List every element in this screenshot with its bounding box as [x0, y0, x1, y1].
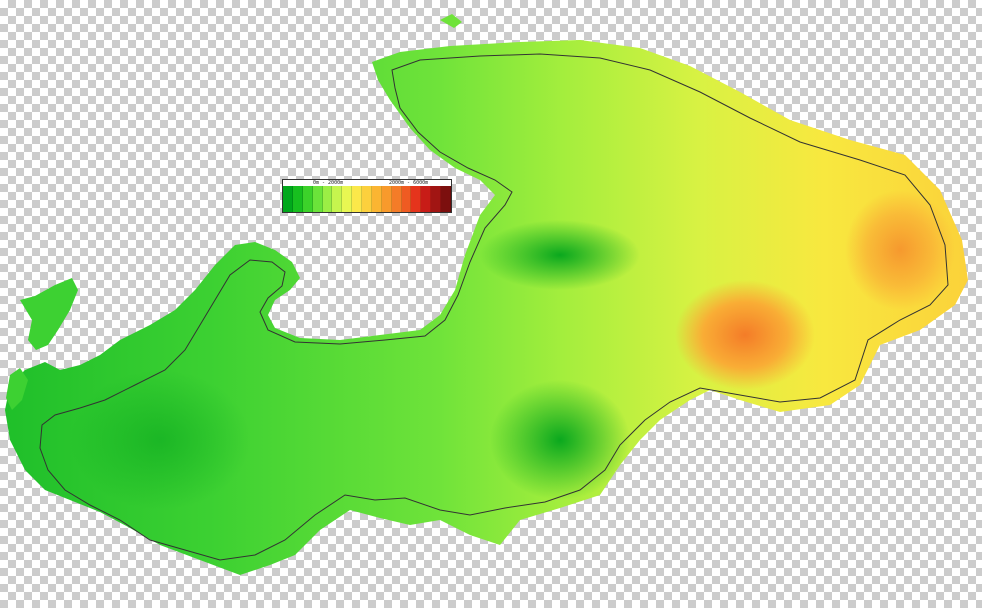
legend-swatch — [441, 186, 451, 212]
island-north — [440, 14, 462, 28]
legend-swatch — [312, 186, 323, 212]
legend-swatch — [391, 186, 402, 212]
highland-zone-2 — [845, 190, 955, 310]
elevation-map — [5, 14, 968, 575]
legend-swatch — [322, 186, 333, 212]
legend-swatch — [431, 186, 441, 212]
legend-swatch — [401, 186, 412, 212]
legend-color-scale — [283, 186, 451, 212]
valley-zone-2 — [490, 380, 630, 500]
valley-zone — [480, 220, 640, 290]
legend-swatch — [283, 186, 293, 212]
legend-swatch — [352, 186, 362, 212]
legend-swatch — [332, 186, 343, 212]
coastal-dark-zone — [70, 370, 250, 510]
legend-swatch — [302, 186, 313, 212]
legend-swatch — [421, 186, 432, 212]
legend-swatch — [381, 186, 392, 212]
highland-zone — [675, 280, 815, 390]
legend-swatch — [342, 186, 353, 212]
legend-swatch — [411, 186, 422, 212]
legend-swatch — [362, 186, 372, 212]
elevation-legend: 0m - 2000m 2000m - 6000m — [282, 179, 452, 213]
island-west — [20, 278, 78, 350]
legend-swatch — [292, 186, 303, 212]
legend-swatch — [371, 186, 382, 212]
